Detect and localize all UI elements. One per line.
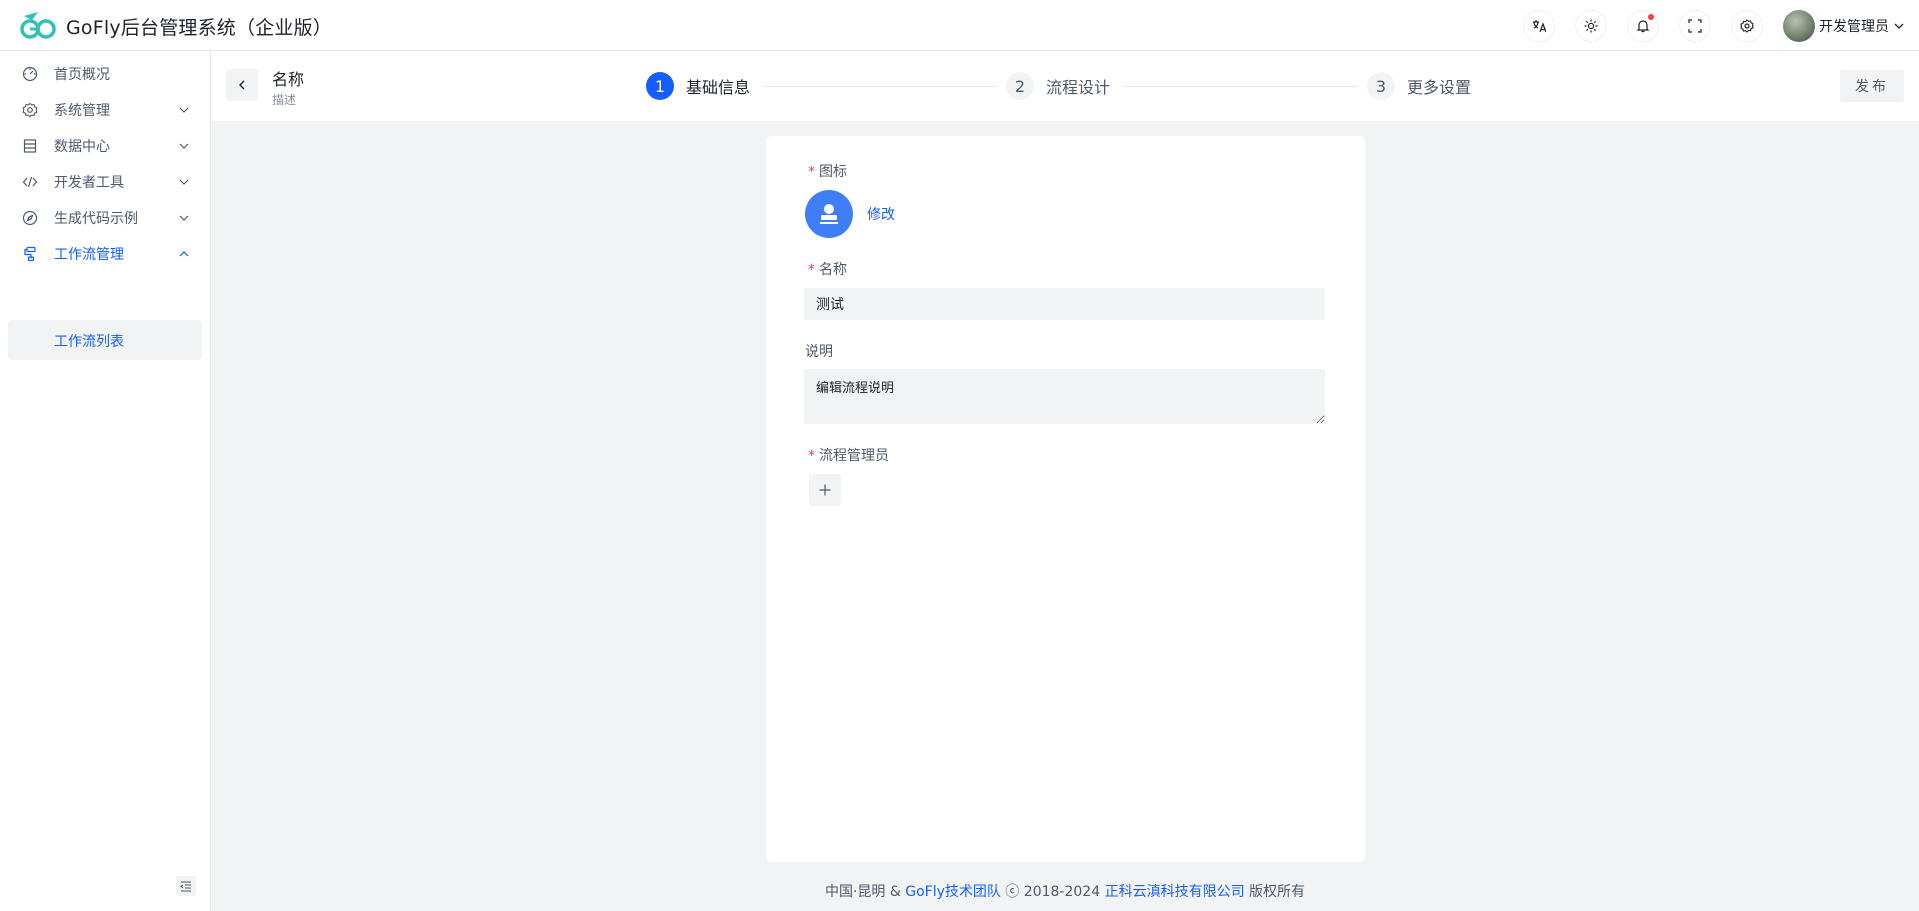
sidebar-item-workflow[interactable]: 工作流管理 (8, 234, 202, 272)
admin-field-label: * 流程管理员 (808, 448, 889, 464)
collapse-sidebar-button[interactable] (176, 876, 196, 896)
step-number: 2 (1006, 72, 1034, 100)
sidebar-item-label: 系统管理 (54, 103, 110, 119)
gear-icon (22, 102, 38, 118)
back-button[interactable] (226, 69, 258, 101)
stamp-icon (820, 204, 838, 224)
app-header: GoFly后台管理系统（企业版） 开发管理员 (0, 0, 1919, 51)
code-icon (22, 176, 38, 188)
dashboard-icon (22, 66, 38, 82)
step-label: 更多设置 (1407, 78, 1472, 97)
description-field-label: 说明 (805, 344, 833, 360)
modify-icon-link[interactable]: 修改 (867, 204, 895, 224)
workflow-icon (24, 246, 36, 262)
notification-dot (1648, 13, 1654, 20)
sidebar: 首页概况 系统管理 数据中心 开发者工具 生成代码示例 工作流管理 工作流列表 (0, 51, 211, 911)
gear-icon (1740, 18, 1754, 33)
chevron-down-icon (179, 215, 189, 221)
chevron-left-icon (239, 80, 245, 90)
sidebar-item-dev-tools[interactable]: 开发者工具 (8, 162, 202, 200)
step-number: 3 (1367, 72, 1395, 100)
name-input[interactable] (804, 288, 1325, 320)
step-number: 1 (646, 72, 674, 100)
footer-team-link[interactable]: GoFly技术团队 (905, 884, 1001, 900)
chevron-down-icon (179, 179, 189, 185)
sidebar-item-label: 开发者工具 (54, 175, 124, 191)
add-admin-button[interactable] (809, 474, 841, 506)
app-title: GoFly后台管理系统（企业版） (66, 17, 332, 39)
chevron-up-icon (179, 251, 189, 257)
settings-button[interactable] (1731, 9, 1763, 42)
fullscreen-icon (1688, 18, 1702, 33)
avatar (1783, 9, 1815, 42)
icon-field-label: * 图标 (808, 164, 847, 180)
sidebar-item-dashboard[interactable]: 首页概况 (8, 54, 202, 92)
chevron-down-icon (179, 107, 189, 113)
menu-fold-icon (180, 881, 191, 892)
workflow-description: 描述 (272, 93, 297, 107)
sidebar-subitem-workflow-list[interactable]: 工作流列表 (8, 320, 202, 360)
fullscreen-button[interactable] (1679, 9, 1711, 42)
plus-icon (819, 484, 831, 496)
footer: 中国·昆明 & GoFly技术团队 ⓒ 2018-2024 正科云滇科技有限公司… (211, 873, 1919, 911)
step-basic-info[interactable]: 1 基础信息 (646, 72, 750, 100)
bell-icon (1636, 19, 1650, 32)
database-icon (23, 139, 37, 153)
description-textarea[interactable]: 编辑流程说明 (804, 369, 1325, 424)
footer-prefix: 中国·昆明 & (824, 884, 906, 900)
chevron-down-icon (1894, 23, 1904, 29)
user-name: 开发管理员 (1819, 18, 1889, 35)
footer-copyright: ⓒ 2018-2024 (1000, 884, 1105, 900)
name-field-label: * 名称 (808, 262, 847, 278)
compass-icon (22, 210, 38, 226)
footer-suffix: 版权所有 (1244, 884, 1306, 900)
step-label: 流程设计 (1046, 78, 1111, 97)
sidebar-item-label: 数据中心 (54, 139, 110, 155)
workflow-topbar: 名称 描述 1 基础信息 2 流程设计 3 更多设置 发布 (211, 51, 1919, 121)
sidebar-item-label: 工作流管理 (54, 247, 124, 263)
sidebar-item-label: 生成代码示例 (54, 211, 138, 227)
basic-info-form: *图标 修改 *名称 说明 编辑流程说明 *流程管理员 (766, 136, 1365, 862)
step-label: 基础信息 (686, 78, 751, 97)
sidebar-item-system[interactable]: 系统管理 (8, 90, 202, 128)
gofly-logo-icon (20, 12, 56, 39)
step-process-design[interactable]: 2 流程设计 (1006, 72, 1110, 100)
user-menu[interactable]: 开发管理员 (1783, 9, 1905, 42)
sidebar-item-label: 首页概况 (54, 67, 110, 83)
step-more-settings[interactable]: 3 更多设置 (1367, 72, 1471, 100)
footer-company-link[interactable]: 正科云滇科技有限公司 (1105, 884, 1245, 900)
workflow-icon-preview[interactable] (805, 190, 853, 238)
translate-button[interactable] (1523, 9, 1555, 42)
sidebar-item-codegen[interactable]: 生成代码示例 (8, 198, 202, 236)
sidebar-subitem-label: 工作流列表 (54, 334, 124, 350)
notification-button[interactable] (1627, 9, 1659, 42)
workflow-name: 名称 (272, 70, 305, 89)
chevron-down-icon (179, 143, 189, 149)
theme-button[interactable] (1575, 9, 1607, 42)
step-connector (763, 86, 997, 87)
publish-button[interactable]: 发布 (1840, 70, 1904, 102)
sidebar-item-data-center[interactable]: 数据中心 (8, 126, 202, 164)
sun-icon (1584, 19, 1598, 32)
step-connector (1123, 86, 1358, 87)
translate-icon (1533, 19, 1546, 32)
